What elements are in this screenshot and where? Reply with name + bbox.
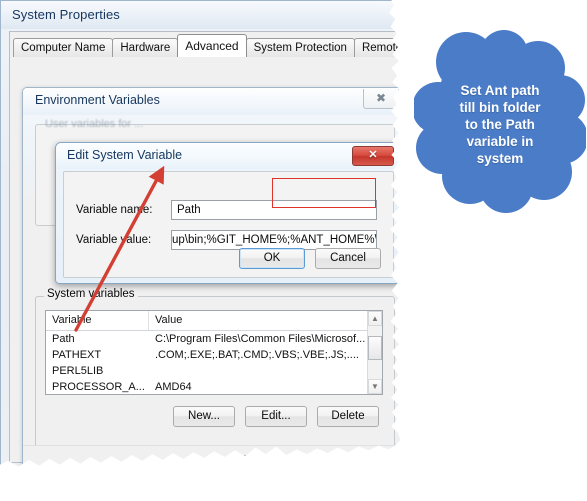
edit-system-variable-body: Variable name: Path Variable value: up\b… bbox=[63, 171, 394, 278]
tab-advanced[interactable]: Advanced bbox=[177, 34, 247, 57]
cancel-button[interactable]: Cancel bbox=[315, 248, 381, 269]
screenshot-region: System Properties Computer Name Hardware… bbox=[0, 0, 401, 467]
callout-line-2: till bin folder bbox=[459, 100, 541, 115]
variable-name-input[interactable]: Path bbox=[171, 200, 377, 220]
system-variables-table[interactable]: Variable Value Path C:\Program Files\Com… bbox=[45, 310, 383, 395]
system-properties-window: System Properties Computer Name Hardware… bbox=[0, 0, 401, 467]
system-variables-buttons: New... Edit... Delete bbox=[173, 406, 379, 427]
environment-variables-footer: OK Cancel bbox=[23, 445, 401, 467]
callout-text: Set Ant path till bin folder to the Path… bbox=[434, 82, 566, 167]
tab-computer-name[interactable]: Computer Name bbox=[13, 38, 114, 57]
tab-hardware[interactable]: Hardware bbox=[112, 38, 179, 57]
system-properties-titlebar: System Properties bbox=[1, 1, 401, 29]
scroll-down-icon[interactable]: ▼ bbox=[368, 379, 382, 394]
edit-system-variable-dialog: Edit System Variable ✕ Variable name: Pa… bbox=[55, 142, 400, 284]
table-row[interactable]: PATHEXT .COM;.EXE;.BAT;.CMD;.VBS;.VBE;.J… bbox=[46, 347, 382, 363]
tab-system-protection[interactable]: System Protection bbox=[245, 38, 355, 57]
cell-variable: PROCESSOR_A... bbox=[52, 381, 145, 393]
cell-value: C:\Program Files\Common Files\Microsof..… bbox=[155, 333, 366, 345]
ok-button[interactable]: OK bbox=[239, 455, 311, 467]
scroll-up-icon[interactable]: ▲ bbox=[368, 311, 382, 326]
cell-variable: PATHEXT bbox=[52, 349, 102, 361]
variable-value-input[interactable]: up\bin;%GIT_HOME%;%ANT_HOME%\bin bbox=[171, 230, 377, 250]
variable-name-label: Variable name: bbox=[76, 204, 153, 216]
close-icon[interactable]: ✖ bbox=[363, 89, 399, 109]
system-properties-client-area: Computer Name Hardware Advanced System P… bbox=[9, 31, 401, 467]
variable-value-text: up\bin;%GIT_HOME%;%ANT_HOME%\bin bbox=[172, 234, 377, 246]
callout-line-5: system bbox=[476, 151, 524, 166]
tab-strip: Computer Name Hardware Advanced System P… bbox=[13, 34, 401, 57]
column-header-variable: Variable bbox=[46, 311, 149, 330]
table-scrollbar[interactable]: ▲ ▼ bbox=[367, 311, 382, 394]
new-button[interactable]: New... bbox=[173, 406, 235, 427]
cell-variable: PERL5LIB bbox=[52, 365, 104, 377]
cancel-button[interactable]: Cancel bbox=[321, 455, 393, 467]
table-row[interactable]: PERL5LIB bbox=[46, 363, 382, 379]
scrollbar-thumb[interactable] bbox=[368, 336, 382, 360]
system-variables-legend: System variables bbox=[44, 288, 138, 300]
table-row[interactable]: Path C:\Program Files\Common Files\Micro… bbox=[46, 331, 382, 347]
variable-value-label: Variable value: bbox=[76, 234, 152, 246]
edit-dialog-buttons: OK Cancel bbox=[239, 248, 381, 269]
user-variables-legend: User variables for ... bbox=[45, 118, 144, 130]
close-icon[interactable]: ✕ bbox=[352, 146, 394, 166]
environment-variables-title: Environment Variables bbox=[35, 93, 160, 107]
callout-line-4: variable in bbox=[466, 134, 534, 149]
callout-line-3: to the Path bbox=[465, 117, 535, 132]
column-header-value: Value bbox=[155, 314, 183, 326]
cell-value: .COM;.EXE;.BAT;.CMD;.VBS;.VBE;.JS;.... bbox=[155, 349, 359, 361]
ok-button[interactable]: OK bbox=[239, 248, 305, 269]
edit-system-variable-title: Edit System Variable bbox=[67, 148, 183, 162]
edit-button[interactable]: Edit... bbox=[245, 406, 307, 427]
page-title: System Properties bbox=[12, 7, 120, 22]
tab-remote[interactable]: Remote bbox=[353, 38, 401, 57]
table-header-row: Variable Value bbox=[46, 311, 382, 331]
table-row[interactable]: PROCESSOR_A... AMD64 bbox=[46, 379, 382, 394]
variable-name-row: Variable name: Path bbox=[64, 200, 393, 222]
cell-variable: Path bbox=[52, 333, 75, 345]
callout-bubble: Set Ant path till bin folder to the Path… bbox=[414, 30, 586, 215]
delete-button[interactable]: Delete bbox=[317, 406, 379, 427]
cell-value: AMD64 bbox=[155, 381, 192, 393]
cell-value bbox=[149, 363, 382, 379]
environment-variables-footer-buttons: OK Cancel bbox=[239, 455, 393, 467]
environment-variables-titlebar: Environment Variables bbox=[23, 88, 401, 115]
callout-line-1: Set Ant path bbox=[460, 83, 540, 98]
edit-system-variable-titlebar: Edit System Variable bbox=[56, 143, 399, 169]
